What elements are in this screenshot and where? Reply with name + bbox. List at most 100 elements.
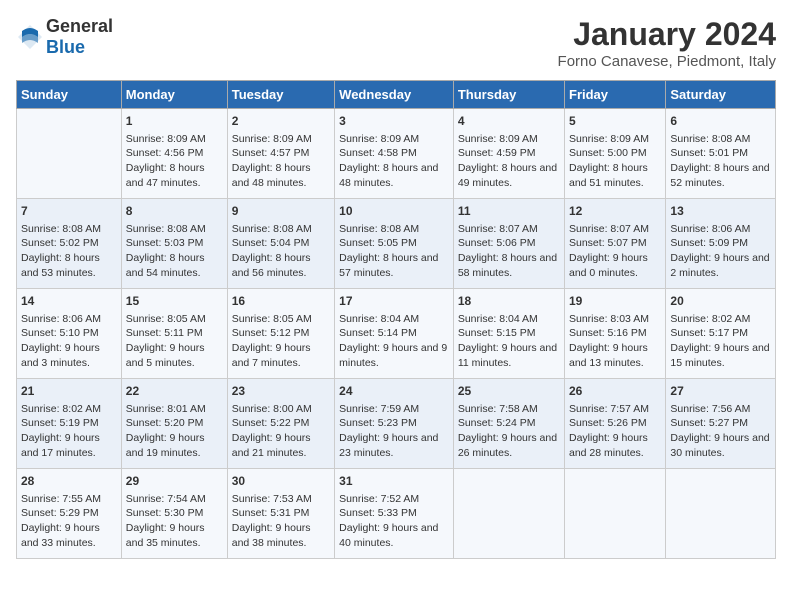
calendar-cell: 9Sunrise: 8:08 AMSunset: 5:04 PMDaylight… — [227, 199, 334, 289]
sunset: Sunset: 5:03 PM — [126, 237, 204, 249]
calendar-cell: 30Sunrise: 7:53 AMSunset: 5:31 PMDayligh… — [227, 469, 334, 559]
sunset: Sunset: 5:04 PM — [232, 237, 310, 249]
calendar-cell: 1Sunrise: 8:09 AMSunset: 4:56 PMDaylight… — [121, 109, 227, 199]
calendar-body: 1 Sunrise: 8:09 AM Sunset: 4:56 PM Daylight… — [17, 109, 776, 559]
calendar-cell — [565, 469, 666, 559]
weekday-header-tuesday: Tuesday — [227, 81, 334, 109]
calendar-cell — [453, 469, 564, 559]
sunrise: Sunrise: 8:02 AM — [21, 403, 101, 415]
sunrise: Sunrise: 8:02 AM — [670, 313, 750, 325]
day-number: 31 — [339, 473, 449, 490]
sunrise: Sunrise: 8:08 AM — [21, 223, 101, 235]
cell-content: Sunrise: 7:52 AMSunset: 5:33 PMDaylight:… — [339, 492, 449, 551]
daylight: Daylight: 9 hours and 2 minutes. — [670, 252, 769, 279]
daylight: Daylight: 9 hours and 9 minutes. — [339, 342, 447, 369]
sunset: Sunset: 5:11 PM — [126, 327, 203, 339]
weekday-header-saturday: Saturday — [666, 81, 776, 109]
day-number: 19 — [569, 293, 661, 310]
sunset: Sunset: 5:33 PM — [339, 507, 417, 519]
day-number: 26 — [569, 383, 661, 400]
sunset: Sunset: 5:01 PM — [670, 147, 748, 159]
sunset: Sunset: 5:12 PM — [232, 327, 310, 339]
calendar-cell: 28Sunrise: 7:55 AMSunset: 5:29 PMDayligh… — [17, 469, 122, 559]
daylight: Daylight: 9 hours and 21 minutes. — [232, 432, 311, 459]
sunset: Sunset: 4:57 PM — [232, 147, 310, 159]
calendar-cell: 14Sunrise: 8:06 AMSunset: 5:10 PMDayligh… — [17, 289, 122, 379]
sunset: Sunset: 5:14 PM — [339, 327, 417, 339]
weekday-header-wednesday: Wednesday — [335, 81, 454, 109]
day-number: 12 — [569, 203, 661, 220]
cell-content: Sunrise: 7:57 AM Sunset: 5:26 PM Daylight:… — [569, 402, 661, 461]
sunset: Sunset: 5:26 PM — [569, 417, 647, 429]
sunrise: Sunrise: 8:06 AM — [21, 313, 101, 325]
daylight: Daylight: 9 hours and 7 minutes. — [232, 342, 311, 369]
daylight: Daylight: 9 hours and 35 minutes. — [126, 522, 205, 549]
calendar-week-row: 7 Sunrise: 8:08 AM Sunset: 5:02 PM Daylight… — [17, 199, 776, 289]
calendar-cell: 5Sunrise: 8:09 AMSunset: 5:00 PMDaylight… — [565, 109, 666, 199]
sunrise: Sunrise: 8:04 AM — [339, 313, 419, 325]
sunset: Sunset: 5:23 PM — [339, 417, 417, 429]
daylight: Daylight: 9 hours and 28 minutes. — [569, 432, 648, 459]
calendar-cell: 3Sunrise: 8:09 AMSunset: 4:58 PMDaylight… — [335, 109, 454, 199]
sunset: Sunset: 5:31 PM — [232, 507, 310, 519]
calendar-week-row: 14Sunrise: 8:06 AMSunset: 5:10 PMDayligh… — [17, 289, 776, 379]
day-number: 7 — [21, 203, 117, 220]
weekday-header-thursday: Thursday — [453, 81, 564, 109]
daylight: Daylight: 8 hours and 52 minutes. — [670, 162, 769, 189]
cell-content: Sunrise: 8:09 AMSunset: 5:00 PMDaylight:… — [569, 132, 661, 191]
daylight: Daylight: 9 hours and 17 minutes. — [21, 432, 100, 459]
sunrise: Sunrise: 8:03 AM — [569, 313, 649, 325]
sunset: Sunset: 4:59 PM — [458, 147, 536, 159]
day-number: 29 — [126, 473, 223, 490]
day-number: 9 — [232, 203, 330, 220]
sunrise: Sunrise: 8:09 AM — [126, 133, 206, 145]
calendar-cell: 7Sunrise: 8:08 AMSunset: 5:02 PMDaylight… — [17, 199, 122, 289]
day-number: 15 — [126, 293, 223, 310]
daylight: Daylight: 9 hours and 15 minutes. — [670, 342, 769, 369]
day-number: 23 — [232, 383, 330, 400]
calendar-cell: 19 Sunrise: 8:03 AMSunset: 5:16 PMDayligh… — [565, 289, 666, 379]
weekday-header-friday: Friday — [565, 81, 666, 109]
calendar-cell: 24Sunrise: 7:59 AMSunset: 5:23 PMDayligh… — [335, 379, 454, 469]
sunset: Sunset: 5:15 PM — [458, 327, 536, 339]
sunrise: Sunrise: 7:52 AM — [339, 493, 419, 505]
day-number: 17 — [339, 293, 449, 310]
sunset: Sunset: 5:02 PM — [21, 237, 99, 249]
sunrise: Sunrise: 7:55 AM — [21, 493, 101, 505]
sunset: Sunset: 5:05 PM — [339, 237, 417, 249]
sunset: Sunset: 4:56 PM — [126, 147, 204, 159]
calendar-week-row: 28Sunrise: 7:55 AMSunset: 5:29 PMDayligh… — [17, 469, 776, 559]
cell-content: Sunrise: 7:59 AMSunset: 5:23 PMDaylight:… — [339, 402, 449, 461]
calendar-cell: 25Sunrise: 7:58 AMSunset: 5:24 PMDayligh… — [453, 379, 564, 469]
sunrise: Sunrise: 8:07 AM — [458, 223, 538, 235]
calendar-cell: 21Sunrise: 8:02 AMSunset: 5:19 PMDayligh… — [17, 379, 122, 469]
day-number: 1 — [126, 113, 223, 130]
cell-content: Sunrise: 8:08 AMSunset: 5:02 PMDaylight:… — [21, 222, 117, 281]
sunset: Sunset: 5:06 PM — [458, 237, 536, 249]
sunset: Sunset: 5:20 PM — [126, 417, 204, 429]
cell-content: Sunrise: 8:03 AMSunset: 5:16 PMDaylight:… — [569, 312, 661, 371]
sunrise: Sunrise: 7:57 AM — [569, 403, 649, 415]
sunrise: Sunrise: 8:08 AM — [126, 223, 206, 235]
sunset: Sunset: 5:09 PM — [670, 237, 748, 249]
calendar-cell: 10Sunrise: 8:08 AMSunset: 5:05 PMDayligh… — [335, 199, 454, 289]
day-number: 14 — [21, 293, 117, 310]
sunrise: Sunrise: 8:00 AM — [232, 403, 312, 415]
daylight: Daylight: 8 hours and 54 minutes. — [126, 252, 205, 279]
title-block: January 2024 Forno Canavese, Piedmont, I… — [558, 16, 776, 70]
calendar-cell: 4Sunrise: 8:09 AMSunset: 4:59 PMDaylight… — [453, 109, 564, 199]
daylight: Daylight: 8 hours and 51 minutes. — [569, 162, 648, 189]
sunrise: Sunrise: 7:58 AM — [458, 403, 538, 415]
sunset: Sunset: 5:22 PM — [232, 417, 310, 429]
sunset: Sunset: 5:27 PM — [670, 417, 748, 429]
calendar-cell: 26 Sunrise: 7:57 AM Sunset: 5:26 PM Dayligh… — [565, 379, 666, 469]
daylight: Daylight: 9 hours and 30 minutes. — [670, 432, 769, 459]
cell-content: Sunrise: 7:55 AMSunset: 5:29 PMDaylight:… — [21, 492, 117, 551]
day-number: 27 — [670, 383, 771, 400]
daylight: Daylight: 8 hours and 57 minutes. — [339, 252, 438, 279]
sunset: Sunset: 5:00 PM — [569, 147, 647, 159]
calendar-cell: 8Sunrise: 8:08 AMSunset: 5:03 PMDaylight… — [121, 199, 227, 289]
cell-content: Sunrise: 8:07 AMSunset: 5:06 PMDaylight:… — [458, 222, 560, 281]
day-number: 22 — [126, 383, 223, 400]
cell-content: Sunrise: 7:56 AMSunset: 5:27 PMDaylight:… — [670, 402, 771, 461]
